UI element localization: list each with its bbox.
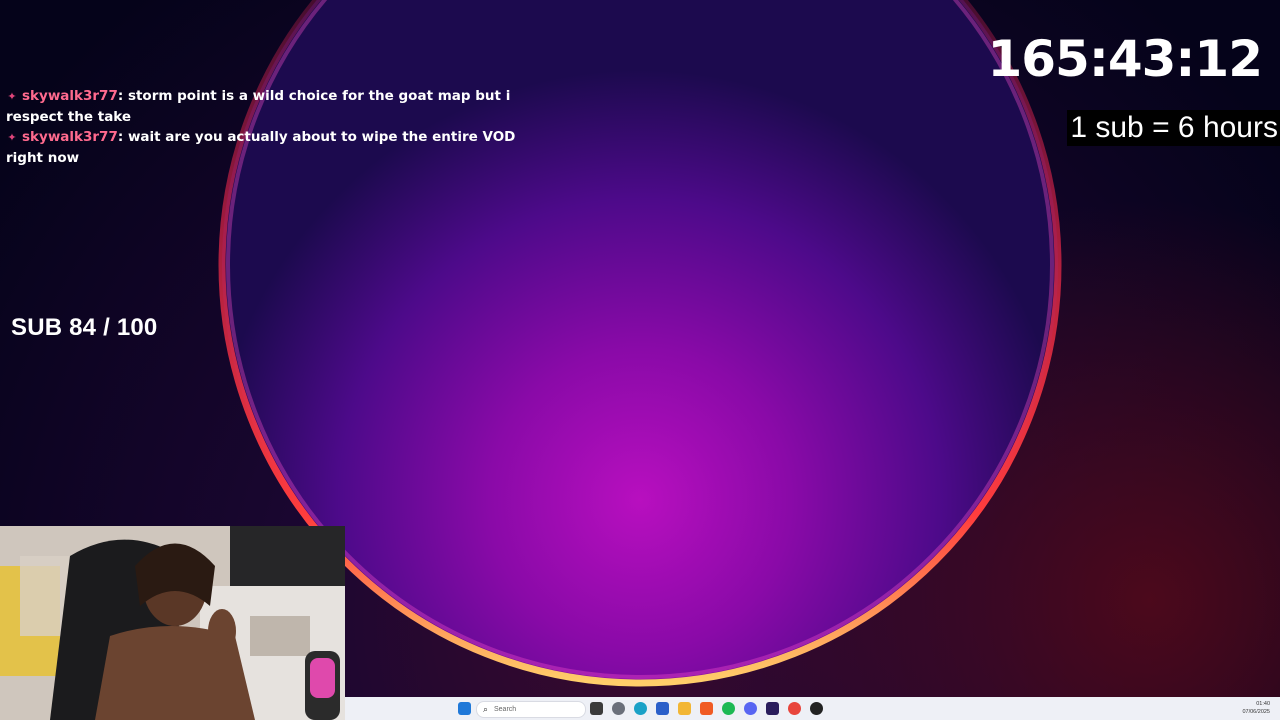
start-icon[interactable] <box>458 702 471 715</box>
chat-username: skywalk3r77 <box>22 129 118 145</box>
clock-date: 07/06/2025 <box>1242 709 1270 715</box>
settings-icon[interactable] <box>612 702 625 715</box>
chat-message: ✦ skywalk3r77: wait are you actually abou… <box>6 127 516 168</box>
taskbar-clock[interactable]: 01:40 07/06/2025 <box>1230 700 1270 716</box>
streamer-badge-icon: ✦ <box>7 90 17 103</box>
chat-overlay: ✦ skywalk3r77: storm point is a wild choi… <box>6 86 516 168</box>
brave-icon[interactable] <box>700 702 713 715</box>
file-explorer-icon[interactable] <box>678 702 691 715</box>
obs-icon[interactable] <box>810 702 823 715</box>
taskbar-search-box[interactable]: ⌕ Search <box>476 701 586 718</box>
sub-rate-label: 1 sub = 6 hours <box>1067 110 1280 146</box>
subathon-timer: 165:43:12 <box>987 30 1263 88</box>
chrome-icon[interactable] <box>788 702 801 715</box>
edge-icon[interactable] <box>634 702 647 715</box>
chat-message: ✦ skywalk3r77: storm point is a wild choi… <box>6 86 516 127</box>
windows-taskbar: ⌕ Search 01:40 07/06/2025 <box>345 697 1280 720</box>
spotify-icon[interactable] <box>722 702 735 715</box>
streamer-badge-icon: ✦ <box>7 131 17 144</box>
webcam-feed <box>0 526 345 720</box>
search-icon: ⌕ <box>483 704 489 714</box>
chat-username: skywalk3r77 <box>22 88 118 104</box>
premiere-icon[interactable] <box>766 702 779 715</box>
sub-goal-counter: SUB 84 / 100 <box>11 314 158 341</box>
clock-time: 01:40 <box>1256 701 1270 707</box>
task-view-icon[interactable] <box>590 702 603 715</box>
store-icon[interactable] <box>656 702 669 715</box>
search-placeholder: Search <box>494 706 517 713</box>
discord-icon[interactable] <box>744 702 757 715</box>
